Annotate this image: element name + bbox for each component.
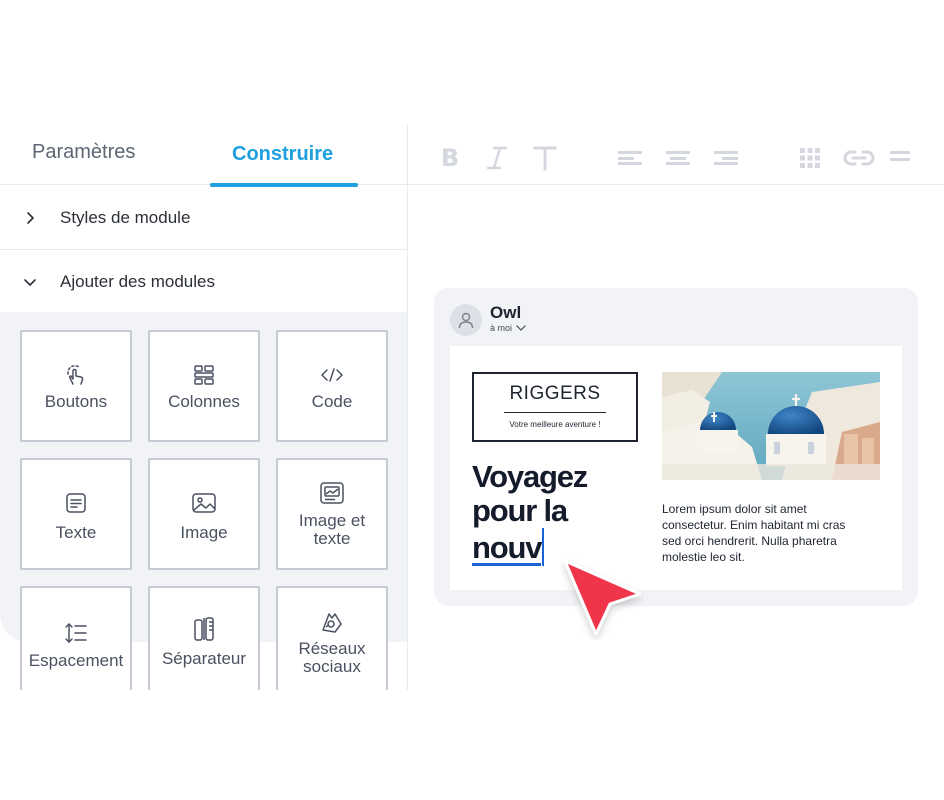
italic-icon[interactable] xyxy=(483,145,511,171)
module-label: Espacement xyxy=(28,651,124,670)
format-toolbar: B xyxy=(408,125,944,185)
tap-icon xyxy=(22,362,130,388)
brand-logo-block[interactable]: RIGGERS Votre meilleure aventure ! xyxy=(472,372,638,442)
image-text-icon xyxy=(278,480,386,506)
bold-glyph: B xyxy=(440,144,460,172)
tab-parametres[interactable]: Paramètres xyxy=(32,141,135,164)
body-paragraph: Lorem ipsum dolor sit amet consectetur. … xyxy=(662,502,846,564)
section-ajouter-des-modules[interactable]: Ajouter des modules xyxy=(0,250,407,314)
text-icon xyxy=(22,490,130,516)
tab-construire[interactable]: Construire xyxy=(232,143,333,166)
module-separateur[interactable]: Séparateur xyxy=(148,586,260,690)
module-label: Image xyxy=(180,523,228,542)
social-icon xyxy=(278,610,386,636)
headline-line: nouv xyxy=(472,530,542,566)
section-label: Styles de module xyxy=(60,207,191,227)
text-caret xyxy=(542,528,545,566)
section-label: Ajouter des modules xyxy=(60,272,215,291)
module-image[interactable]: Image xyxy=(148,458,260,570)
recipient-dropdown[interactable]: à moi xyxy=(490,323,527,333)
module-label: Réseaux sociaux xyxy=(298,639,366,676)
sidebar-tabs: Paramètres Construire xyxy=(0,125,407,187)
module-label: Texte xyxy=(55,523,97,542)
chevron-down-icon xyxy=(516,325,526,331)
panel-divider xyxy=(407,125,408,690)
module-colonnes[interactable]: Colonnes xyxy=(148,330,260,442)
email-content: RIGGERS Votre meilleure aventure ! Voyag… xyxy=(450,346,902,590)
spacing-icon xyxy=(22,620,130,646)
santorini-photo[interactable] xyxy=(662,372,880,480)
module-texte[interactable]: Texte xyxy=(20,458,132,570)
link-icon[interactable] xyxy=(842,145,876,171)
divider-icon xyxy=(150,616,258,642)
align-left-icon[interactable] xyxy=(616,145,644,171)
module-boutons[interactable]: Boutons xyxy=(20,330,132,442)
module-code[interactable]: Code xyxy=(276,330,388,442)
text-size-icon[interactable] xyxy=(531,145,559,171)
section-styles-de-module[interactable]: Styles de module xyxy=(0,186,407,250)
headline-text-block[interactable]: Voyagez pour la nouv xyxy=(472,460,632,566)
module-label: Code xyxy=(311,392,353,411)
module-espacement[interactable]: Espacement xyxy=(20,586,132,690)
align-right-icon[interactable] xyxy=(712,145,740,171)
image-icon xyxy=(150,490,258,516)
modules-grid: Boutons Colonnes Code Texte Image Image … xyxy=(0,312,407,690)
columns-icon xyxy=(150,362,258,388)
module-label: Colonnes xyxy=(168,392,240,411)
module-label: Image et texte xyxy=(298,511,366,548)
module-reseaux-sociaux[interactable]: Réseaux sociaux xyxy=(276,586,388,690)
align-center-icon[interactable] xyxy=(664,145,692,171)
headline-line: Voyagez xyxy=(472,459,588,494)
photo-illustration xyxy=(662,372,880,480)
recipient-label: à moi xyxy=(490,323,513,333)
logo-subtitle: Votre meilleure aventure ! xyxy=(509,420,601,429)
code-icon xyxy=(278,362,386,388)
sender-name: Owl xyxy=(490,303,522,322)
module-label: Séparateur xyxy=(161,649,247,668)
chevron-right-icon xyxy=(0,211,60,225)
builder-sidebar: Paramètres Construire Styles de module A… xyxy=(0,125,407,690)
email-preview-card: Owl à moi RIGGERS Votre meilleure aventu… xyxy=(434,288,918,606)
pointer-cursor-icon xyxy=(563,559,642,636)
logo-title: RIGGERS xyxy=(509,383,601,404)
grid-icon[interactable] xyxy=(796,145,824,171)
logo-rule xyxy=(504,412,606,413)
chevron-down-icon xyxy=(0,277,60,287)
avatar xyxy=(450,304,482,336)
bold-icon[interactable]: B xyxy=(436,144,464,172)
module-label: Boutons xyxy=(44,392,108,411)
divider-icon[interactable] xyxy=(886,145,914,171)
headline-line: pour la xyxy=(472,493,568,528)
module-image-et-texte[interactable]: Image et texte xyxy=(276,458,388,570)
